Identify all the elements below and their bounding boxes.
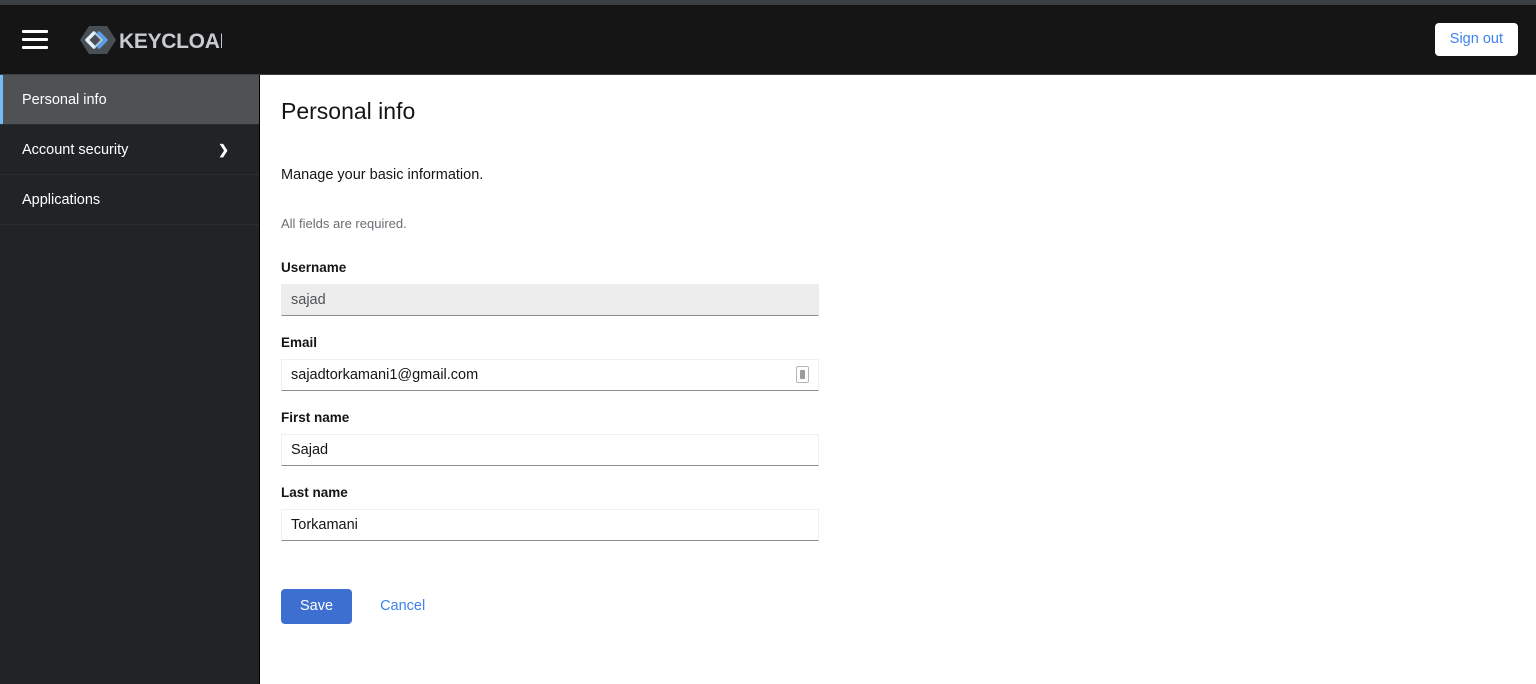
- form-group-last-name: Last name: [281, 484, 819, 541]
- autofill-icon[interactable]: [796, 366, 809, 384]
- last-name-label: Last name: [281, 485, 348, 501]
- save-button[interactable]: Save: [281, 588, 353, 624]
- form-group-email: Email: [281, 334, 819, 392]
- personal-info-form: Username Email First name Last name: [281, 259, 1536, 624]
- brand-logo-link[interactable]: KEYCLOAK: [74, 20, 222, 60]
- keycloak-wordmark: KEYCLOAK: [119, 30, 222, 53]
- form-group-username: Username: [281, 259, 819, 317]
- hamburger-bar: [22, 38, 48, 41]
- email-input-wrap: [281, 359, 819, 392]
- sidebar-item-label: Account security: [22, 141, 129, 158]
- sidebar-item-account-security[interactable]: Account security ❯: [0, 125, 259, 175]
- page-subtitle: Manage your basic information.: [281, 166, 484, 183]
- first-name-label: First name: [281, 410, 350, 426]
- username-input-wrap: [281, 284, 819, 317]
- cancel-button[interactable]: Cancel: [366, 589, 439, 624]
- sidebar-item-personal-info[interactable]: Personal info: [0, 75, 259, 125]
- email-input[interactable]: [281, 359, 819, 392]
- username-label: Username: [281, 260, 347, 276]
- main-content: Personal info Manage your basic informat…: [261, 75, 1536, 684]
- keycloak-logo-icon: KEYCLOAK: [80, 25, 222, 54]
- masthead: KEYCLOAK Sign out: [0, 5, 1536, 75]
- autofill-glyph: [800, 370, 805, 380]
- sidebar-item-label: Personal info: [22, 91, 107, 108]
- sidebar-item-label: Applications: [22, 191, 101, 208]
- last-name-input-wrap: [281, 508, 819, 541]
- last-name-input[interactable]: [281, 508, 819, 541]
- hamburger-bar: [22, 46, 48, 49]
- chevron-right-icon: ❯: [218, 142, 229, 157]
- sidebar-navigation: Personal info Account security ❯ Applica…: [0, 75, 260, 684]
- form-group-first-name: First name: [281, 409, 819, 467]
- first-name-input[interactable]: [281, 434, 819, 467]
- form-actions: Save Cancel: [281, 588, 1536, 624]
- first-name-input-wrap: [281, 434, 819, 467]
- hamburger-bar: [22, 30, 48, 33]
- hamburger-menu-icon[interactable]: [18, 23, 52, 57]
- email-label: Email: [281, 335, 318, 351]
- username-input: [281, 284, 819, 317]
- sign-out-button[interactable]: Sign out: [1434, 23, 1518, 56]
- sidebar-item-applications[interactable]: Applications: [0, 175, 259, 225]
- page-title: Personal info: [281, 98, 416, 124]
- required-fields-note: All fields are required.: [281, 216, 407, 232]
